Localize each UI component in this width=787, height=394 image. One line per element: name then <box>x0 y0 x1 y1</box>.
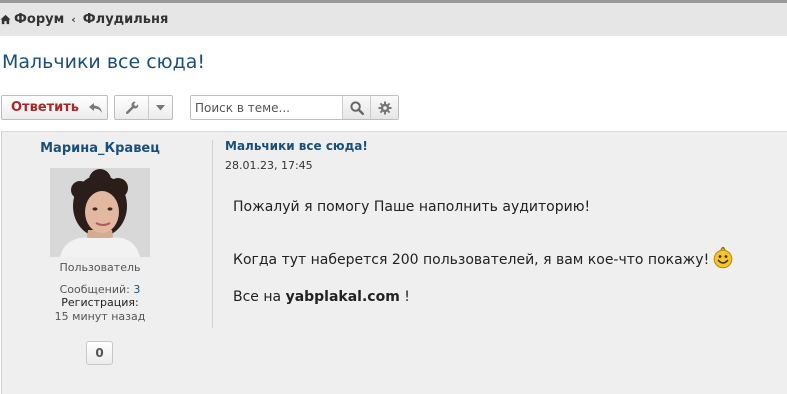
breadcrumb: Форум ‹ Флудильня <box>0 12 168 27</box>
registration-value: 15 минут назад <box>54 310 146 323</box>
smiley-icon <box>713 247 733 269</box>
reply-button-label: Ответить <box>11 100 80 115</box>
reply-arrow-icon <box>89 102 103 113</box>
caret-down-icon <box>149 104 172 111</box>
topic-search <box>190 95 399 120</box>
post-divider <box>212 140 213 328</box>
post-author-name[interactable]: Марина_Кравец <box>2 141 198 156</box>
home-icon <box>0 14 11 25</box>
wrench-icon <box>115 96 149 119</box>
post-title[interactable]: Мальчики все сюда! <box>225 139 368 153</box>
avatar[interactable] <box>50 168 150 257</box>
post-text-line: Когда тут наберется 200 пользователей, я… <box>233 247 733 269</box>
post-text-span: ! <box>404 289 410 305</box>
post-date: 28.01.23, 17:45 <box>225 159 313 172</box>
breadcrumb-forum-link[interactable]: Форум <box>14 12 64 27</box>
search-button[interactable] <box>342 96 370 119</box>
topic-search-input[interactable] <box>191 96 342 119</box>
breadcrumb-separator: ‹ <box>71 13 76 26</box>
author-post-count: Сообщений: 3 <box>2 283 198 296</box>
reply-button[interactable]: Ответить <box>1 95 108 120</box>
post-text-line: Все на yabplakal.com ! <box>233 289 410 305</box>
search-icon <box>349 100 364 115</box>
post-text-span: Все на <box>233 289 282 305</box>
post-text-span: Когда тут наберется 200 пользователей, я… <box>233 252 710 268</box>
author-role: Пользователь <box>59 261 141 274</box>
reputation-button[interactable]: 0 <box>86 341 113 365</box>
post-text-line: Пожалуй я помогу Паше наполнить аудитори… <box>233 199 591 215</box>
gear-icon <box>378 101 391 114</box>
registration-label: Регистрация: <box>61 296 139 309</box>
forum-post: Марина_Кравец Пользователь Сообщений: 3 … <box>1 131 787 394</box>
site-link[interactable]: yabplakal.com <box>286 289 400 305</box>
page-title: Мальчики все сюда! <box>2 51 206 73</box>
post-count-link[interactable]: 3 <box>133 283 140 296</box>
post-count-label: Сообщений: <box>59 283 130 296</box>
top-bar: Форум ‹ Флудильня <box>0 0 787 36</box>
breadcrumb-section-link[interactable]: Флудильня <box>83 12 169 27</box>
topic-tools-button[interactable] <box>114 95 173 120</box>
search-options-button[interactable] <box>370 96 398 119</box>
